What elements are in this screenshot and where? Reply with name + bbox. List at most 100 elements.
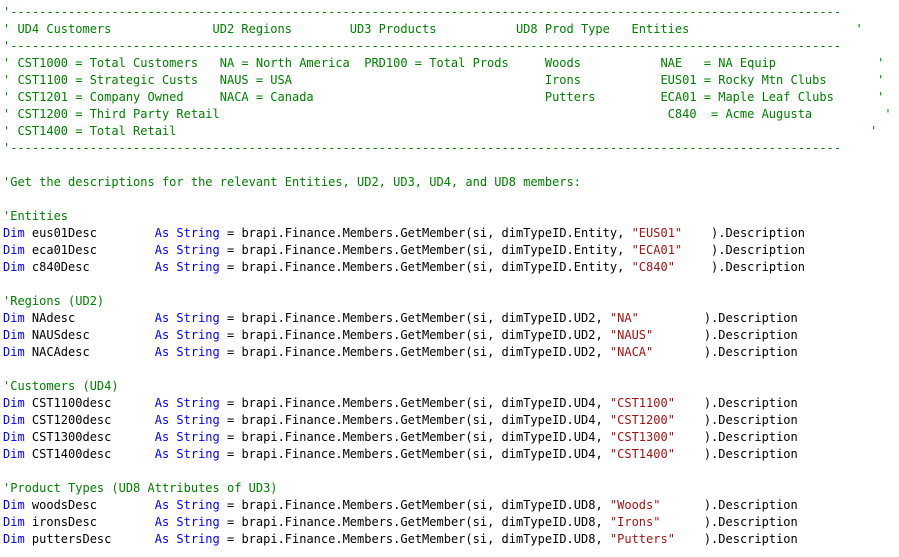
string-token: "NA" [609, 311, 639, 325]
keyword-token: Dim [3, 447, 25, 461]
code-token: woodsDesc [24, 498, 155, 512]
comment-token: '---------------------------------------… [3, 141, 842, 155]
code-line: ' UD4 Customers UD2 Regions UD3 Products… [3, 21, 899, 38]
keyword-token: As String [154, 532, 220, 546]
code-token: ironsDesc [24, 515, 155, 529]
code-line: Dim CST1400desc As String = brapi.Financ… [3, 446, 899, 463]
code-token: = brapi.Finance.Members.GetMember(si, di… [219, 243, 632, 257]
code-token: ).Description [674, 532, 798, 546]
comment-token: ' CST1100 = Strategic Custs NAUS = USA I… [3, 73, 885, 87]
keyword-token: As String [154, 447, 220, 461]
code-token: = brapi.Finance.Members.GetMember(si, di… [219, 430, 610, 444]
code-token: CST1300desc [24, 430, 155, 444]
code-token: ).Description [674, 430, 798, 444]
code-token: eca01Desc [24, 243, 155, 257]
code-token: = brapi.Finance.Members.GetMember(si, di… [219, 226, 632, 240]
code-token: = brapi.Finance.Members.GetMember(si, di… [219, 396, 610, 410]
code-token: = brapi.Finance.Members.GetMember(si, di… [219, 413, 610, 427]
code-token: puttersDesc [24, 532, 155, 546]
code-token: = brapi.Finance.Members.GetMember(si, di… [219, 328, 610, 342]
keyword-token: Dim [3, 226, 25, 240]
keyword-token: Dim [3, 328, 25, 342]
code-line: 'Customers (UD4) [3, 378, 899, 395]
code-line: 'Regions (UD2) [3, 293, 899, 310]
code-line: ' CST1400 = Total Retail ' [3, 123, 899, 140]
code-line: ' CST1200 = Third Party Retail C840 = Ac… [3, 106, 899, 123]
comment-token: 'Regions (UD2) [3, 294, 105, 308]
code-token: eus01Desc [24, 226, 155, 240]
keyword-token: Dim [3, 260, 25, 274]
code-token: ).Description [682, 243, 805, 257]
string-token: "EUS01" [631, 226, 683, 240]
comment-token: ' CST1400 = Total Retail ' [3, 124, 878, 138]
code-token: = brapi.Finance.Members.GetMember(si, di… [219, 515, 610, 529]
code-line: Dim woodsDesc As String = brapi.Finance.… [3, 497, 899, 514]
code-line: Dim CST1100desc As String = brapi.Financ… [3, 395, 899, 412]
comment-token: 'Entities [3, 209, 69, 223]
string-token: "CST1300" [609, 430, 675, 444]
keyword-token: As String [154, 328, 220, 342]
code-token: ).Description [674, 260, 805, 274]
code-token: NAUSdesc [24, 328, 155, 342]
comment-token: ' UD4 Customers UD2 Regions UD3 Products… [3, 22, 863, 36]
code-line: 'Entities [3, 208, 899, 225]
keyword-token: As String [154, 243, 220, 257]
code-token: ).Description [674, 413, 798, 427]
code-token: = brapi.Finance.Members.GetMember(si, di… [219, 498, 610, 512]
keyword-token: Dim [3, 345, 25, 359]
keyword-token: As String [154, 430, 220, 444]
code-line: '---------------------------------------… [3, 140, 899, 157]
code-token: ).Description [653, 328, 798, 342]
keyword-token: As String [154, 396, 220, 410]
keyword-token: Dim [3, 243, 25, 257]
keyword-token: As String [154, 226, 220, 240]
code-token: CST1100desc [24, 396, 155, 410]
keyword-token: As String [154, 345, 220, 359]
code-token: = brapi.Finance.Members.GetMember(si, di… [219, 532, 610, 546]
code-line: 'Get the descriptions for the relevant E… [3, 174, 899, 191]
string-token: "CST1100" [609, 396, 675, 410]
string-token: "Woods" [609, 498, 661, 512]
code-token: ).Description [674, 447, 798, 461]
code-line: Dim puttersDesc As String = brapi.Financ… [3, 531, 899, 548]
string-token: "CST1400" [609, 447, 675, 461]
string-token: "NACA" [609, 345, 654, 359]
code-line: Dim eca01Desc As String = brapi.Finance.… [3, 242, 899, 259]
string-token: "Putters" [609, 532, 675, 546]
code-editor[interactable]: '---------------------------------------… [3, 4, 899, 548]
keyword-token: As String [154, 413, 220, 427]
code-line: '---------------------------------------… [3, 38, 899, 55]
comment-token: ' CST1000 = Total Customers NA = North A… [3, 56, 885, 70]
comment-token: ' CST1201 = Company Owned NACA = Canada … [3, 90, 885, 104]
code-line: Dim NACAdesc As String = brapi.Finance.M… [3, 344, 899, 361]
comment-token: 'Product Types (UD8 Attributes of UD3) [3, 481, 278, 495]
code-token: NACAdesc [24, 345, 155, 359]
code-token: ).Description [653, 345, 798, 359]
keyword-token: As String [154, 260, 220, 274]
keyword-token: Dim [3, 311, 25, 325]
code-token: = brapi.Finance.Members.GetMember(si, di… [219, 260, 632, 274]
code-token: ).Description [660, 515, 798, 529]
string-token: "CST1200" [609, 413, 675, 427]
comment-token: 'Get the descriptions for the relevant E… [3, 175, 581, 189]
code-token: CST1400desc [24, 447, 155, 461]
keyword-token: Dim [3, 515, 25, 529]
code-token: c840Desc [24, 260, 155, 274]
code-token: ).Description [674, 396, 798, 410]
comment-token: ' CST1200 = Third Party Retail C840 = Ac… [3, 107, 892, 121]
keyword-token: Dim [3, 532, 25, 546]
keyword-token: Dim [3, 396, 25, 410]
code-line: Dim NAUSdesc As String = brapi.Finance.M… [3, 327, 899, 344]
code-line: Dim ironsDesc As String = brapi.Finance.… [3, 514, 899, 531]
string-token: "Irons" [609, 515, 661, 529]
code-line: ' CST1000 = Total Customers NA = North A… [3, 55, 899, 72]
code-line: ' CST1201 = Company Owned NACA = Canada … [3, 89, 899, 106]
string-token: "ECA01" [631, 243, 683, 257]
keyword-token: As String [154, 515, 220, 529]
code-token: NAdesc [24, 311, 155, 325]
keyword-token: Dim [3, 498, 25, 512]
